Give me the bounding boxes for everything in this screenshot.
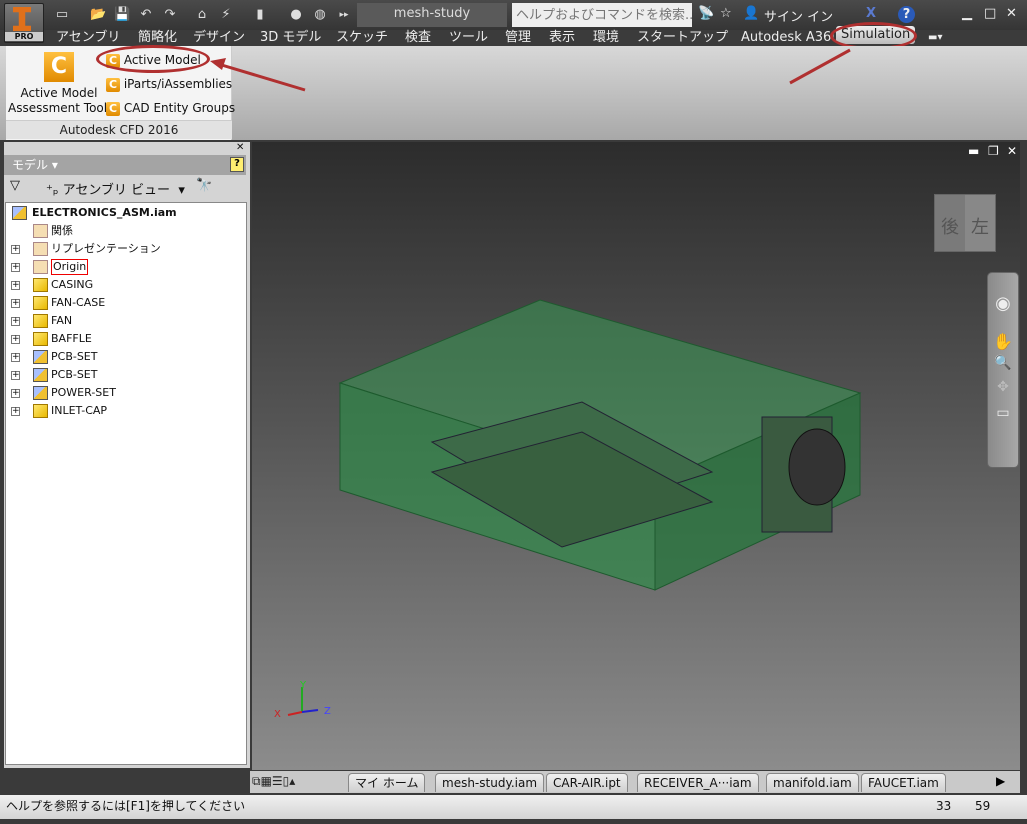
assembly-view-icon: ⁺ₚ bbox=[46, 183, 59, 198]
tree-node[interactable]: + リプレゼンテーション bbox=[6, 240, 246, 258]
folder-icon bbox=[33, 224, 48, 238]
tree-node[interactable]: + PCB-SET bbox=[6, 348, 246, 366]
graphics-viewport[interactable]: ▬ ❐ ✕ 後左 Y X Z bbox=[252, 142, 1020, 770]
tree-node[interactable]: + POWER-SET bbox=[6, 384, 246, 402]
status-count-2: 59 bbox=[975, 799, 991, 813]
axis-z-label: Z bbox=[324, 706, 331, 717]
part-icon bbox=[33, 404, 48, 418]
navigation-bar: ◉ ✋ 🔍 ✥ ▭ bbox=[987, 272, 1019, 468]
part-icon bbox=[33, 314, 48, 328]
tree-node-label: 関係 bbox=[51, 224, 73, 237]
tree-node[interactable]: + PCB-SET bbox=[6, 366, 246, 384]
tree-node[interactable]: + FAN-CASE bbox=[6, 294, 246, 312]
tree-node[interactable]: 関係 bbox=[6, 222, 246, 240]
expand-icon[interactable]: + bbox=[11, 299, 20, 308]
status-help-text: ヘルプを参照するには[F1]を押してください bbox=[6, 799, 246, 813]
doc-tab[interactable]: mesh-study.iam bbox=[435, 773, 545, 792]
expand-icon[interactable]: + bbox=[11, 281, 20, 290]
window-arrange-icons[interactable]: ⧉▦☰▯▴ bbox=[252, 774, 295, 789]
doc-tab-home[interactable]: マイ ホーム bbox=[348, 773, 426, 792]
tree-node-label: Origin bbox=[51, 259, 89, 275]
find-icon[interactable]: 🔭 bbox=[196, 178, 212, 193]
scroll-right-icon[interactable]: ▶ bbox=[996, 774, 1005, 788]
tree-node[interactable]: + BAFFLE bbox=[6, 330, 246, 348]
orbit-icon[interactable]: ✥ bbox=[988, 379, 1018, 395]
status-count-1: 33 bbox=[936, 799, 952, 813]
expand-icon[interactable]: + bbox=[11, 335, 20, 344]
zoom-icon[interactable]: 🔍 bbox=[988, 355, 1018, 371]
tree-node-label: CASING bbox=[51, 278, 94, 291]
tree-node[interactable]: + CASING bbox=[6, 276, 246, 294]
doc-tab[interactable]: FAUCET.iam bbox=[861, 773, 946, 792]
doc-tab[interactable]: CAR-AIR.ipt bbox=[546, 773, 628, 792]
tree-node-label: BAFFLE bbox=[51, 332, 92, 345]
tree-node-label: FAN bbox=[51, 314, 73, 327]
expand-icon[interactable]: + bbox=[11, 389, 20, 398]
document-tabs: ⧉▦☰▯▴ マイ ホーム mesh-study.iam CAR-AIR.ipt … bbox=[250, 771, 1020, 793]
expand-icon[interactable]: + bbox=[11, 245, 20, 254]
tree-node[interactable]: + Origin bbox=[6, 258, 246, 276]
expand-icon[interactable]: + bbox=[11, 407, 20, 416]
filter-icon[interactable]: ▽ bbox=[10, 178, 20, 193]
expand-icon[interactable]: + bbox=[11, 353, 20, 362]
browser-close-icon[interactable]: ✕ bbox=[236, 142, 244, 153]
expand-icon[interactable]: + bbox=[11, 263, 20, 272]
tree-node-label: INLET-CAP bbox=[51, 404, 108, 417]
tree-node-label: PCB-SET bbox=[51, 368, 98, 381]
tree-node-label: リプレゼンテーション bbox=[51, 242, 161, 255]
part-icon bbox=[33, 332, 48, 346]
annotation-arrows bbox=[210, 48, 851, 92]
browser-help-icon[interactable]: ? bbox=[230, 157, 244, 172]
browser-toolbar: ▽ ⁺ₚ アセンブリ ビュー ▾ 🔭 bbox=[4, 176, 246, 200]
folder-icon bbox=[33, 260, 48, 274]
status-bar: ヘルプを参照するには[F1]を押してください 33 59 bbox=[0, 795, 1027, 819]
axis-x-label: X bbox=[274, 709, 281, 720]
tree-node[interactable]: + INLET-CAP bbox=[6, 402, 246, 420]
expand-icon[interactable]: + bbox=[11, 371, 20, 380]
tree-node[interactable]: + FAN bbox=[6, 312, 246, 330]
axis-y-label: Y bbox=[299, 680, 307, 691]
assembly-icon bbox=[33, 386, 48, 400]
doc-tab[interactable]: RECEIVER_A···iam bbox=[637, 773, 759, 792]
tree-node-label: POWER-SET bbox=[51, 386, 116, 399]
assembly-icon bbox=[33, 350, 48, 364]
view-selector[interactable]: ⁺ₚ アセンブリ ビュー ▾ bbox=[46, 179, 185, 198]
part-icon bbox=[33, 296, 48, 310]
fan bbox=[788, 428, 846, 506]
tree-node-label: PCB-SET bbox=[51, 350, 98, 363]
tree-node-label: FAN-CASE bbox=[51, 296, 106, 309]
part-pinned-icon bbox=[33, 278, 48, 292]
pan-icon[interactable]: ✋ bbox=[988, 332, 1018, 351]
steering-wheel-icon[interactable]: ◉ bbox=[988, 293, 1018, 314]
browser-header[interactable]: モデル ▾ bbox=[4, 155, 246, 175]
folder-rep-icon bbox=[33, 242, 48, 256]
expand-icon[interactable]: + bbox=[11, 317, 20, 326]
model-tree: ELECTRONICS_ASM.iam 関係 + リプレゼンテーション + Origin… bbox=[5, 202, 247, 765]
look-at-icon[interactable]: ▭ bbox=[988, 405, 1018, 421]
assembly-icon bbox=[33, 368, 48, 382]
assembly-icon bbox=[12, 206, 27, 220]
doc-tab[interactable]: manifold.iam bbox=[766, 773, 859, 792]
3d-model: Y X Z bbox=[274, 299, 862, 720]
